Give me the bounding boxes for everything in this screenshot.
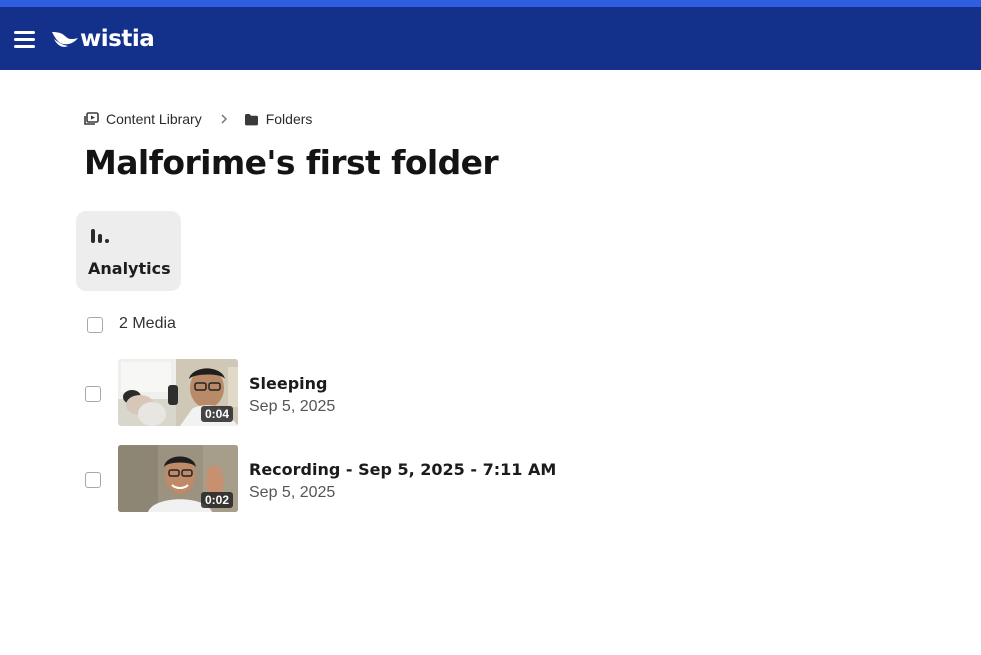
analytics-button[interactable]: Analytics	[76, 211, 181, 291]
chevron-right-icon	[220, 113, 228, 125]
breadcrumb: Content Library Folders	[84, 110, 312, 128]
media-title[interactable]: Recording - Sep 5, 2025 - 7:11 AM	[249, 460, 556, 479]
media-item-row[interactable]: 0:02 Recording - Sep 5, 2025 - 7:11 AM S…	[84, 445, 604, 513]
media-item-checkbox[interactable]	[85, 472, 101, 488]
media-title[interactable]: Sleeping	[249, 374, 328, 393]
folder-icon	[244, 113, 258, 125]
wistia-swoosh-icon	[52, 32, 78, 47]
media-date: Sep 5, 2025	[249, 398, 336, 415]
media-date: Sep 5, 2025	[249, 484, 336, 501]
hamburger-menu-icon[interactable]	[13, 30, 37, 48]
media-item-checkbox[interactable]	[85, 386, 101, 402]
breadcrumb-label: Folders	[265, 111, 313, 127]
top-accent-strip	[0, 0, 981, 7]
logo-text: wistia	[80, 26, 155, 52]
top-navigation-bar: wistia	[0, 7, 981, 70]
duration-badge: 0:04	[200, 406, 233, 422]
page-title: Malforime's first folder	[84, 143, 499, 182]
wistia-logo[interactable]: wistia	[52, 25, 155, 53]
media-thumbnail[interactable]: 0:02	[118, 445, 238, 512]
select-all-checkbox[interactable]	[87, 317, 103, 333]
media-thumbnail[interactable]: 0:04	[118, 359, 238, 426]
duration-badge: 0:02	[200, 492, 233, 508]
media-item-row[interactable]: 0:04 Sleeping Sep 5, 2025	[84, 359, 604, 427]
breadcrumb-label: Content Library	[106, 111, 202, 127]
analytics-label: Analytics	[88, 259, 171, 278]
breadcrumb-content-library[interactable]: Content Library	[84, 111, 202, 127]
breadcrumb-folders[interactable]: Folders	[244, 111, 313, 127]
media-count: 2 Media	[119, 315, 176, 332]
bar-chart-icon	[91, 229, 109, 243]
content-library-icon	[84, 112, 99, 125]
